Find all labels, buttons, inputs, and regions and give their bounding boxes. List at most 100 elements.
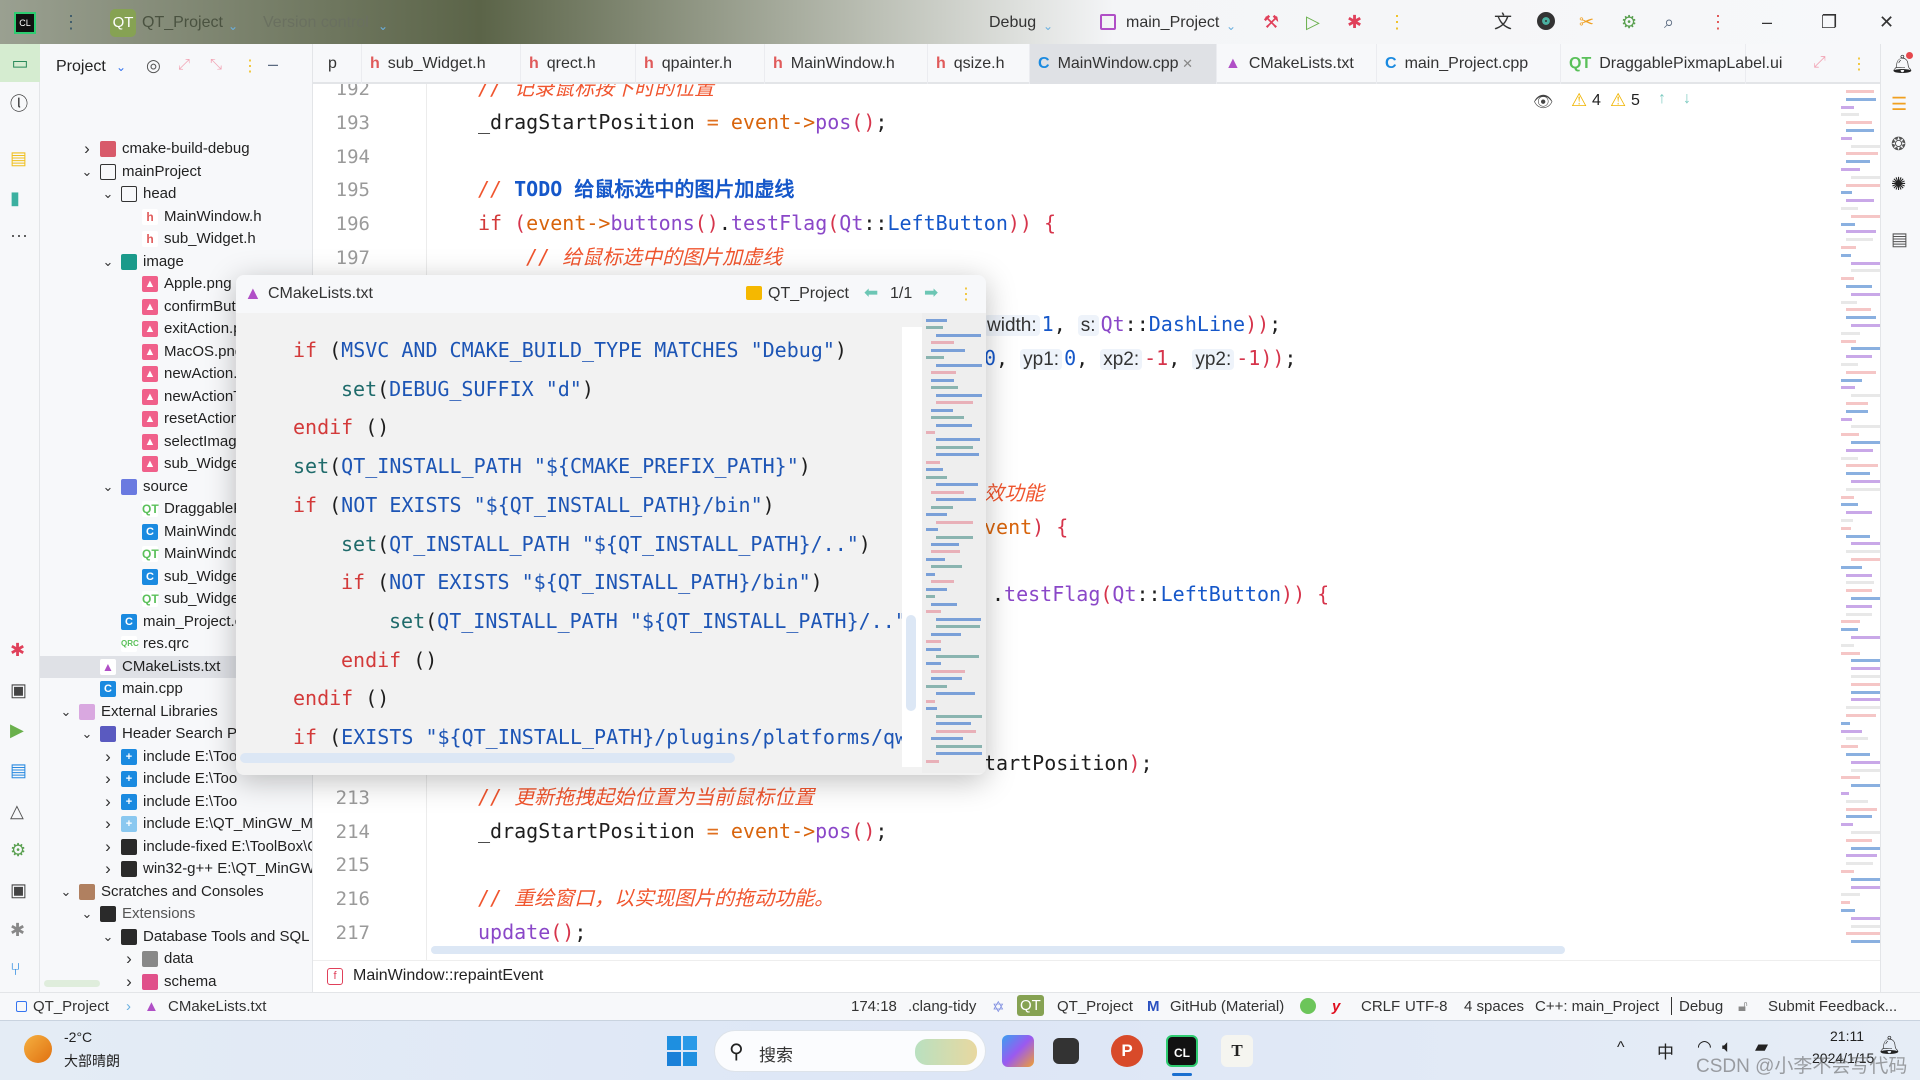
bookmarks-icon[interactable]: ▮	[10, 188, 20, 208]
chevron-down-icon[interactable]: ⌄	[59, 881, 73, 903]
tree-item[interactable]: h MainWindow.h	[40, 206, 312, 228]
chevron-right-icon[interactable]: ›	[122, 948, 136, 970]
chevron-right-icon[interactable]: ›	[101, 791, 115, 813]
next-highlight-icon[interactable]: ↓	[1683, 90, 1691, 108]
horizontal-scrollbar[interactable]	[431, 946, 1565, 954]
tray-overflow-icon[interactable]: ^	[1617, 1039, 1625, 1057]
project-tool-icon[interactable]: ▭	[0, 44, 40, 82]
status-path-project[interactable]: QT_Project	[33, 998, 109, 1015]
services-icon[interactable]: ⚙	[10, 840, 26, 860]
warning-count[interactable]: 4	[1592, 92, 1601, 110]
tree-item[interactable]: ⌄ Scratches and Consoles	[40, 881, 312, 903]
tree-item[interactable]: › cmake-build-debug	[40, 138, 312, 160]
language-context[interactable]: C++: main_Project	[1535, 998, 1659, 1015]
weather-icon[interactable]	[24, 1035, 52, 1063]
popup-minimap[interactable]	[922, 313, 986, 773]
copilot-app-icon[interactable]	[1002, 1035, 1034, 1067]
code-line-fragment[interactable]: vent) {	[984, 510, 1068, 544]
code-line[interactable]: // 重绘窗口，以实现图片的拖动功能。	[478, 881, 834, 915]
weather-desc[interactable]: 大部晴朗	[64, 1051, 120, 1071]
powerpoint-icon[interactable]: P	[1111, 1035, 1143, 1067]
popup-code-line[interactable]: set(DEBUG_SUFFIX "d")	[341, 370, 594, 408]
weather-temp[interactable]: -2°C	[64, 1029, 92, 1045]
popup-file-name[interactable]: CMakeLists.txt	[268, 285, 373, 303]
tree-item[interactable]: ⌄ head	[40, 183, 312, 205]
popup-code-line[interactable]: set(QT_INSTALL_PATH "${CMAKE_PREFIX_PATH…	[293, 447, 811, 485]
git-icon[interactable]: ⑂	[10, 959, 21, 979]
code-line-fragment[interactable]: tartPosition);	[984, 746, 1153, 780]
file-explorer-icon[interactable]	[1053, 1038, 1079, 1064]
indent-setting[interactable]: 4 spaces	[1464, 998, 1524, 1015]
tab-main-project-cpp[interactable]: Cmain_Project.cpp	[1377, 44, 1561, 84]
chevron-down-icon[interactable]: ⌄	[80, 903, 94, 925]
tab-sub-widget-h[interactable]: h sub_Widget.h	[362, 44, 521, 84]
ai-assistant-icon[interactable]: ❂	[1891, 134, 1906, 154]
settings-icon[interactable]: ⋮	[1709, 12, 1727, 32]
tree-item[interactable]: › data	[40, 948, 312, 970]
options-icon[interactable]: ⋮	[242, 56, 258, 76]
copilot-icon[interactable]: ✺	[1891, 174, 1906, 194]
run-icon[interactable]: ▷	[1306, 12, 1320, 32]
run-tool-icon[interactable]: ▶	[10, 720, 24, 740]
reader-mode-eye-icon[interactable]: 👁︎	[1533, 92, 1553, 112]
vcs-menu[interactable]: Version control	[263, 14, 369, 32]
chevron-down-icon[interactable]: ⌄	[101, 926, 115, 948]
chevron-right-icon[interactable]: ›	[101, 768, 115, 790]
chevron-right-icon[interactable]: ›	[80, 138, 94, 160]
locate-file-icon[interactable]: ◎	[146, 56, 161, 76]
status-path-file[interactable]: CMakeLists.txt	[168, 998, 266, 1015]
code-line[interactable]: if (event->buttons().testFlag(Qt::LeftBu…	[478, 206, 1056, 240]
search-icon[interactable]: ⌕	[1664, 12, 1674, 32]
popup-code-line[interactable]: if (NOT EXISTS "${QT_INSTALL_PATH}/bin")	[293, 486, 775, 524]
popup-horizontal-scrollbar[interactable]	[240, 753, 735, 763]
maximize-editor-icon[interactable]: ⤢	[1813, 54, 1826, 72]
caret-position[interactable]: 174:18	[851, 998, 897, 1015]
theme-widget[interactable]: GitHub (Material)	[1170, 998, 1284, 1015]
code-line-fragment[interactable]: 效功能	[984, 476, 1044, 510]
breadcrumb-function[interactable]: MainWindow::repaintEvent	[353, 967, 543, 985]
popup-code-line[interactable]: endif ()	[293, 408, 389, 446]
code-line[interactable]: // 给鼠标选中的图片加虚线	[526, 240, 782, 274]
tab-mainwindow-h[interactable]: h MainWindow.h	[765, 44, 928, 84]
minimize-button[interactable]: –	[1762, 12, 1772, 32]
record-icon[interactable]	[1537, 12, 1555, 30]
close-button[interactable]: ✕	[1879, 12, 1894, 32]
clion-logo-icon[interactable]: CL	[14, 12, 36, 34]
expand-all-icon[interactable]: ⤢	[178, 56, 190, 73]
more-tools-icon[interactable]: ⋯	[10, 226, 28, 246]
code-line[interactable]: // 更新拖拽起始位置为当前鼠标位置	[478, 780, 814, 814]
chevron-down-icon[interactable]: ⌄	[101, 476, 115, 498]
tab-draggablepixmaplabel-ui[interactable]: QT DraggablePixmapLabel.ui	[1561, 44, 1782, 84]
previous-arrow-icon[interactable]: ⬅	[864, 283, 878, 303]
popup-code-line[interactable]: if (MSVC AND CMAKE_BUILD_TYPE MATCHES "D…	[293, 331, 847, 369]
console-icon[interactable]: ▣	[10, 880, 27, 900]
code-line[interactable]: update();	[478, 915, 586, 949]
clion-taskbar-icon[interactable]: CL	[1166, 1035, 1198, 1067]
popup-code-line[interactable]: endif ()	[341, 641, 437, 679]
status-config[interactable]: Debug	[1679, 998, 1723, 1015]
tab-qsize-h[interactable]: h qsize.h	[928, 44, 1030, 84]
code-line-fragment[interactable]: 0, yp1: 0, xp2: -1, yp2: -1));	[984, 341, 1296, 377]
tree-item[interactable]: › + include E:\QT_MinGW_MS	[40, 813, 312, 835]
hide-panel-icon[interactable]: –	[268, 54, 278, 75]
more-actions-icon[interactable]: ⋮	[1388, 12, 1406, 32]
file-encoding[interactable]: UTF-8	[1405, 998, 1448, 1015]
project-panel-title[interactable]: Project	[56, 58, 106, 76]
chevron-down-icon[interactable]: ⌄	[101, 183, 115, 205]
tab-qrect-h[interactable]: h qrect.h	[521, 44, 636, 84]
line-separator[interactable]: CRLF	[1361, 998, 1400, 1015]
windows-start-icon[interactable]	[667, 1036, 697, 1066]
tree-item[interactable]: › include-fixed E:\ToolBox\C	[40, 836, 312, 858]
config-selector[interactable]: Debug	[989, 14, 1036, 32]
chevron-right-icon[interactable]: ›	[122, 971, 136, 993]
read-mode-icon[interactable]: ▤	[1891, 229, 1908, 249]
popup-code-line[interactable]: set(QT_INSTALL_PATH "${QT_INSTALL_PATH}/…	[389, 602, 907, 640]
popup-code-line[interactable]: if (EXISTS "${QT_INSTALL_PATH}/plugins/p…	[293, 718, 907, 756]
translate-icon[interactable]: 文	[1494, 12, 1512, 32]
previous-highlight-icon[interactable]: ↑	[1658, 90, 1666, 108]
plugin-icon[interactable]: ⚙	[1621, 12, 1637, 32]
popup-code-line[interactable]: if (NOT EXISTS "${QT_INSTALL_PATH}/bin")	[341, 563, 823, 601]
submit-feedback[interactable]: Submit Feedback...	[1768, 998, 1897, 1015]
chevron-right-icon[interactable]: ›	[101, 813, 115, 835]
tab-p[interactable]: p	[320, 44, 362, 84]
